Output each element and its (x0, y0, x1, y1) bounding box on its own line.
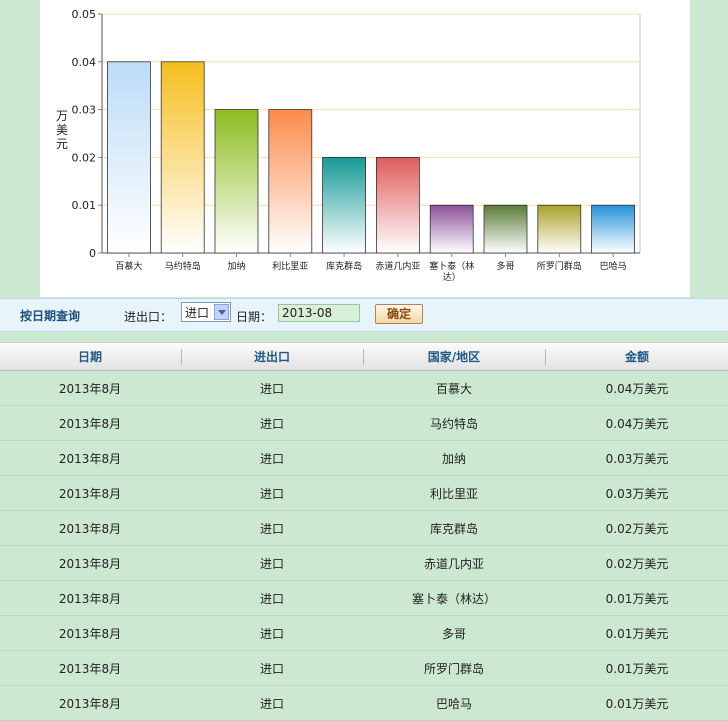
y-axis-label-char: 美 (56, 123, 68, 137)
cell-date: 2013年8月 (58, 452, 122, 466)
table-row: 2013年8月 进口 巴哈马 0.01万美元 (0, 685, 728, 721)
bar (375, 156, 420, 254)
cell-country: 塞卜泰（林达） (411, 592, 496, 606)
y-tick-label: 0.02 (72, 151, 97, 164)
table-row: 2013年8月 进口 马约特岛 0.04万美元 (0, 405, 728, 441)
query-title: 按日期查询 (20, 309, 81, 323)
cell-amount: 0.01万美元 (605, 592, 669, 606)
cell-country: 所罗门群岛 (423, 662, 484, 676)
query-bar: 按日期查询 进出口： 进口 日期： 2013-08 确定 (0, 298, 728, 332)
bar (429, 204, 474, 254)
io-select[interactable]: 进口 (181, 302, 231, 322)
header-amount[interactable]: 金额 (546, 348, 728, 365)
cell-date: 2013年8月 (58, 557, 122, 571)
cell-date: 2013年8月 (58, 382, 122, 396)
cell-country: 巴哈马 (435, 697, 472, 711)
x-tick-label: 赤道几内亚 (375, 260, 420, 272)
cell-io: 进口 (259, 592, 284, 606)
io-label: 进出口： (124, 310, 173, 324)
bar (107, 61, 151, 254)
table-row: 2013年8月 进口 多哥 0.01万美元 (0, 615, 728, 651)
cell-amount: 0.04万美元 (605, 382, 669, 396)
cell-country: 库克群岛 (429, 522, 478, 536)
cell-io: 进口 (259, 487, 284, 501)
cell-io: 进口 (259, 697, 284, 711)
cell-amount: 0.04万美元 (605, 417, 669, 431)
table-row: 2013年8月 进口 百慕大 0.04万美元 (0, 370, 728, 406)
cell-date: 2013年8月 (58, 662, 122, 676)
y-tick-label: 0.05 (72, 8, 97, 21)
cell-country: 赤道几内亚 (423, 557, 484, 571)
cell-io: 进口 (259, 382, 284, 396)
y-axis-label-char: 元 (56, 137, 68, 151)
cell-amount: 0.02万美元 (605, 557, 669, 571)
header-date[interactable]: 日期 (0, 348, 180, 365)
io-select-value: 进口 (185, 306, 210, 320)
bar (591, 204, 635, 254)
table-row: 2013年8月 进口 库克群岛 0.02万美元 (0, 510, 728, 546)
cell-date: 2013年8月 (58, 487, 122, 501)
cell-amount: 0.01万美元 (605, 662, 669, 676)
cell-io: 进口 (259, 557, 284, 571)
y-axis-label-char: 万 (56, 109, 68, 123)
chart-panel: 0 0.01 0.02 0.03 0.04 0.05 万美元百慕大 马约特岛 加纳 利比里亚 库克群… (40, 0, 690, 297)
cell-amount: 0.01万美元 (605, 697, 669, 711)
cell-io: 进口 (259, 452, 284, 466)
table-row: 2013年8月 进口 塞卜泰（林达） 0.01万美元 (0, 580, 728, 616)
cell-country: 马约特岛 (429, 417, 478, 431)
cell-country: 百慕大 (435, 382, 472, 396)
header-country[interactable]: 国家/地区 (364, 348, 544, 365)
table-row: 2013年8月 进口 利比里亚 0.03万美元 (0, 475, 728, 511)
table-row: 2013年8月 进口 加纳 0.03万美元 (0, 440, 728, 476)
cell-date: 2013年8月 (58, 522, 122, 536)
y-tick-label: 0.01 (72, 199, 97, 212)
bar (160, 61, 205, 254)
cell-io: 进口 (259, 522, 284, 536)
table-row: 2013年8月 进口 所罗门群岛 0.01万美元 (0, 650, 728, 686)
y-tick-label: 0.03 (72, 104, 97, 117)
x-tick-label: 马约特岛 (165, 260, 201, 272)
x-tick-label: 巴哈马 (600, 260, 627, 272)
x-tick-label: 多哥 (496, 260, 514, 272)
date-input[interactable]: 2013-08 (278, 304, 360, 322)
date-label: 日期： (236, 310, 273, 324)
cell-amount: 0.02万美元 (605, 522, 669, 536)
x-tick-label: 百慕大 (115, 260, 142, 272)
cell-date: 2013年8月 (58, 697, 122, 711)
x-tick-label: 利比里亚 (272, 260, 308, 272)
bar-chart: 0 0.01 0.02 0.03 0.04 0.05 万美元百慕大 马约特岛 加纳 利比里亚 库克群… (56, 8, 641, 283)
bar (322, 156, 367, 254)
cell-io: 进口 (259, 627, 284, 641)
cell-country: 加纳 (441, 452, 466, 466)
bar (537, 204, 582, 254)
bar (214, 109, 259, 254)
table-row: 2013年8月 进口 赤道几内亚 0.02万美元 (0, 545, 728, 581)
cell-io: 进口 (259, 417, 284, 431)
x-tick-label: 所罗门群岛 (537, 260, 582, 272)
cell-date: 2013年8月 (58, 627, 122, 641)
cell-amount: 0.03万美元 (605, 452, 669, 466)
cell-country: 利比里亚 (429, 487, 478, 501)
x-tick-label: 库克群岛 (326, 260, 362, 272)
cell-amount: 0.01万美元 (605, 627, 669, 641)
cell-io: 进口 (259, 662, 284, 676)
x-tick-label: 塞卜泰（林达） (429, 260, 474, 283)
chevron-down-icon[interactable] (214, 304, 229, 320)
cell-country: 多哥 (441, 627, 466, 641)
bar (483, 204, 528, 254)
bar (268, 109, 313, 254)
header-io[interactable]: 进出口 (182, 348, 362, 365)
y-tick-label: 0.04 (72, 56, 97, 69)
x-tick-label: 加纳 (227, 260, 245, 272)
confirm-button[interactable]: 确定 (375, 304, 423, 324)
y-tick-label: 0 (89, 247, 96, 260)
cell-date: 2013年8月 (58, 417, 122, 431)
cell-amount: 0.03万美元 (605, 487, 669, 501)
table-header: 日期 进出口 国家/地区 金额 (0, 342, 728, 371)
cell-date: 2013年8月 (58, 592, 122, 606)
